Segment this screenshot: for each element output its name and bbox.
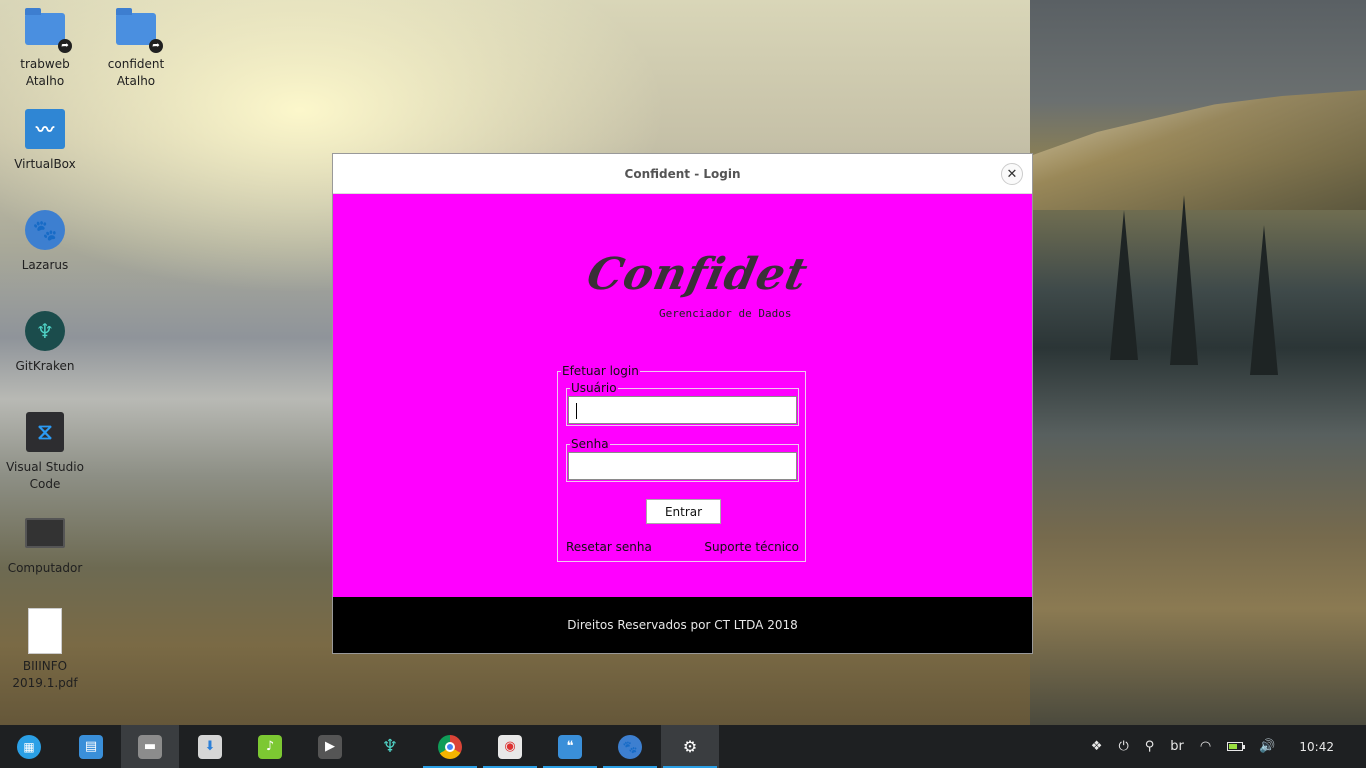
clock[interactable]: 10:42: [1299, 740, 1334, 754]
desktop-icon-pdf[interactable]: BIIINFO 2019.1.pdf: [0, 608, 90, 692]
password-input[interactable]: [568, 452, 797, 480]
password-label: Senha: [570, 437, 610, 451]
desktop-icon-trabweb[interactable]: ➦ trabweb Atalho: [0, 8, 90, 90]
vscode-icon: ⧖: [26, 412, 64, 452]
footer-text: Direitos Reservados por CT LTDA 2018: [567, 618, 798, 632]
desktop-icon-lazarus[interactable]: 🐾 Lazarus: [0, 209, 90, 274]
gitkraken-icon: ♆: [25, 311, 65, 351]
usb-icon[interactable]: ⚲: [1145, 739, 1155, 754]
app-store-icon: ⬇: [198, 734, 222, 759]
wifi-icon[interactable]: ◠: [1200, 739, 1211, 754]
quote-icon: ❝: [558, 734, 582, 759]
monitor-icon: [25, 518, 65, 548]
desktop-icon-label: Visual Studio Code: [6, 460, 84, 491]
taskbar-app-store[interactable]: ⬇: [181, 725, 239, 768]
desktop-icon-label: Computador: [7, 561, 83, 575]
close-button[interactable]: ✕: [1001, 163, 1023, 185]
login-dialog: Confident - Login ✕ Confidet Gerenciador…: [332, 153, 1033, 654]
login-group-label: Efetuar login: [561, 364, 640, 378]
launcher-icon: ▦: [17, 734, 41, 759]
dialog-footer: Direitos Reservados por CT LTDA 2018: [333, 597, 1032, 653]
username-label: Usuário: [570, 381, 618, 395]
pdf-document-icon: [28, 608, 62, 654]
wallpaper-tree: [1250, 225, 1278, 375]
app-logo-subtitle: Gerenciador de Dados: [659, 307, 792, 320]
shortcut-arrow-icon: ➦: [149, 39, 163, 53]
desktop-icon-computador[interactable]: Computador: [0, 512, 90, 577]
power-icon[interactable]: ⏻: [1118, 739, 1128, 754]
desktop-icon-label: trabweb Atalho: [20, 57, 70, 88]
desktop-icon-gitkraken[interactable]: ♆ GitKraken: [0, 310, 90, 375]
dialog-titlebar[interactable]: Confident - Login ✕: [333, 154, 1032, 194]
app-logo: Confidet: [582, 249, 813, 300]
taskbar-chrome[interactable]: [421, 725, 479, 768]
taskbar-document-viewer[interactable]: ◉: [481, 725, 539, 768]
taskbar-video[interactable]: ▶: [301, 725, 359, 768]
document-viewer-icon: ◉: [498, 734, 522, 759]
keyboard-layout[interactable]: br: [1170, 739, 1184, 754]
paw-icon: 🐾: [25, 210, 65, 250]
video-icon: ▶: [318, 734, 342, 759]
taskbar-multitask-view[interactable]: ▤: [62, 725, 120, 768]
dialog-title: Confident - Login: [624, 166, 741, 181]
multitask-icon: ▤: [79, 734, 103, 759]
taskbar-confident-app[interactable]: ⚙: [661, 725, 719, 768]
volume-icon[interactable]: 🔊: [1259, 739, 1275, 754]
gear-icon: ⚙: [682, 737, 698, 756]
chrome-icon: [438, 734, 462, 759]
taskbar: ▦ ▤ ▬ ⬇ ♪ ▶ ♆ ◉ ❝ 🐾 ⚙ ❖ ⏻ ⚲ br ◠ 🔊 10:42: [0, 725, 1366, 768]
desktop-icon-label: GitKraken: [15, 359, 75, 373]
enter-button[interactable]: Entrar: [646, 499, 721, 524]
gitkraken-icon: ♆: [381, 736, 399, 757]
desktop-icon-label: BIIINFO 2019.1.pdf: [12, 659, 78, 690]
wallpaper-tree: [1170, 195, 1198, 365]
desktop-icon-label: VirtualBox: [14, 157, 76, 171]
desktop-icon-label: Lazarus: [21, 258, 69, 272]
system-tray: ❖ ⏻ ⚲ br ◠ 🔊 10:42: [1083, 725, 1366, 768]
password-group: Senha: [566, 437, 799, 482]
support-link[interactable]: Suporte técnico: [704, 540, 799, 554]
shortcut-arrow-icon: ➦: [58, 39, 72, 53]
taskbar-file-manager[interactable]: ▬: [121, 725, 179, 768]
paw-icon: 🐾: [618, 734, 642, 759]
text-caret: [576, 403, 577, 419]
music-icon: ♪: [258, 734, 282, 759]
taskbar-text-editor[interactable]: ❝: [541, 725, 599, 768]
login-group: Efetuar login Usuário Senha Entrar Reset…: [557, 364, 806, 562]
reset-password-link[interactable]: Resetar senha: [566, 540, 652, 554]
desktop-icon-vscode[interactable]: ⧖ Visual Studio Code: [0, 411, 90, 493]
username-input[interactable]: [568, 396, 797, 424]
username-group: Usuário: [566, 381, 799, 426]
taskbar-music[interactable]: ♪: [241, 725, 299, 768]
desktop-icon-confident[interactable]: ➦ confident Atalho: [91, 8, 181, 90]
wallpaper-tree: [1110, 210, 1138, 360]
dropbox-icon[interactable]: ❖: [1091, 739, 1103, 754]
taskbar-lazarus[interactable]: 🐾: [601, 725, 659, 768]
start-menu-button[interactable]: ▦: [0, 725, 58, 768]
file-manager-icon: ▬: [138, 734, 162, 759]
battery-icon[interactable]: [1227, 742, 1246, 751]
desktop-icon-label: confident Atalho: [107, 57, 165, 88]
virtualbox-icon: 〰: [25, 109, 65, 149]
taskbar-gitkraken[interactable]: ♆: [361, 725, 419, 768]
close-icon: ✕: [1006, 166, 1018, 182]
desktop-icon-virtualbox[interactable]: 〰 VirtualBox: [0, 108, 90, 173]
